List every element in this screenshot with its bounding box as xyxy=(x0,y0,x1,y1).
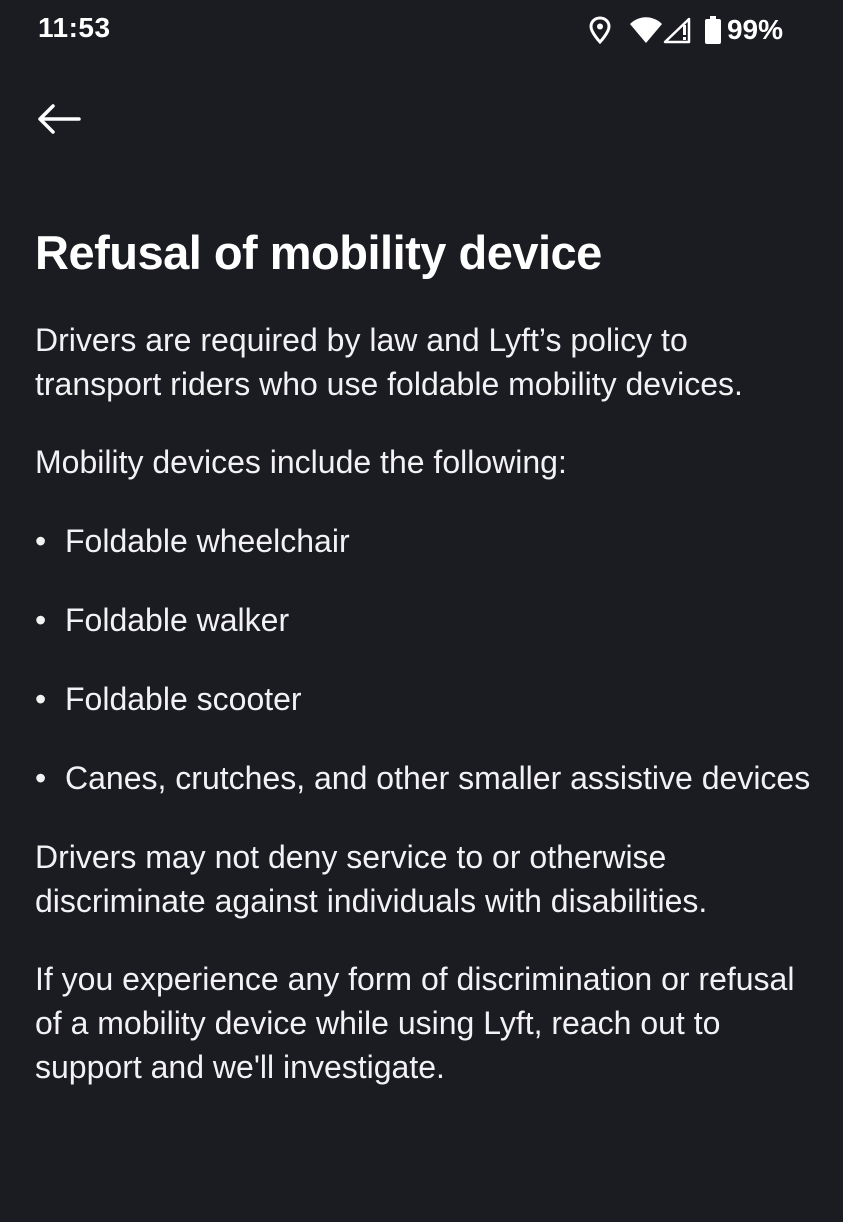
list-item: • Foldable scooter xyxy=(35,677,815,721)
intro-paragraph: Drivers are required by law and Lyft’s p… xyxy=(35,322,743,402)
back-button[interactable] xyxy=(30,92,88,150)
list-item-text: Foldable walker xyxy=(65,602,290,638)
list-item: • Foldable wheelchair xyxy=(35,519,815,563)
battery-icon xyxy=(704,16,721,44)
devices-intro-paragraph: Mobility devices include the following: xyxy=(35,444,567,480)
device-list: • Foldable wheelchair • Foldable walker … xyxy=(35,519,815,800)
battery-percent: 99% xyxy=(726,14,783,45)
status-bar: 11:53 99% xyxy=(0,0,843,62)
status-time: 11:53 xyxy=(38,12,111,43)
list-item: • Canes, crutches, and other smaller ass… xyxy=(35,756,815,800)
status-icons: 99% xyxy=(589,12,783,48)
wifi-icon xyxy=(629,16,663,44)
list-item-text: Foldable scooter xyxy=(65,681,302,717)
arrow-left-icon xyxy=(37,103,81,140)
bullet: • xyxy=(35,681,47,717)
page-content: Refusal of mobility device Drivers are r… xyxy=(35,222,815,1089)
signal-icon xyxy=(663,16,693,44)
list-item: • Foldable walker xyxy=(35,598,815,642)
bullet: • xyxy=(35,760,47,796)
page-title: Refusal of mobility device xyxy=(35,226,602,279)
support-paragraph: If you experience any form of discrimina… xyxy=(35,961,795,1085)
list-item-text: Foldable wheelchair xyxy=(65,523,350,559)
nondiscrimination-paragraph: Drivers may not deny service to or other… xyxy=(35,839,708,919)
bullet: • xyxy=(35,523,47,559)
bullet: • xyxy=(35,602,47,638)
location-icon xyxy=(589,16,611,44)
list-item-text: Canes, crutches, and other smaller assis… xyxy=(65,760,811,796)
